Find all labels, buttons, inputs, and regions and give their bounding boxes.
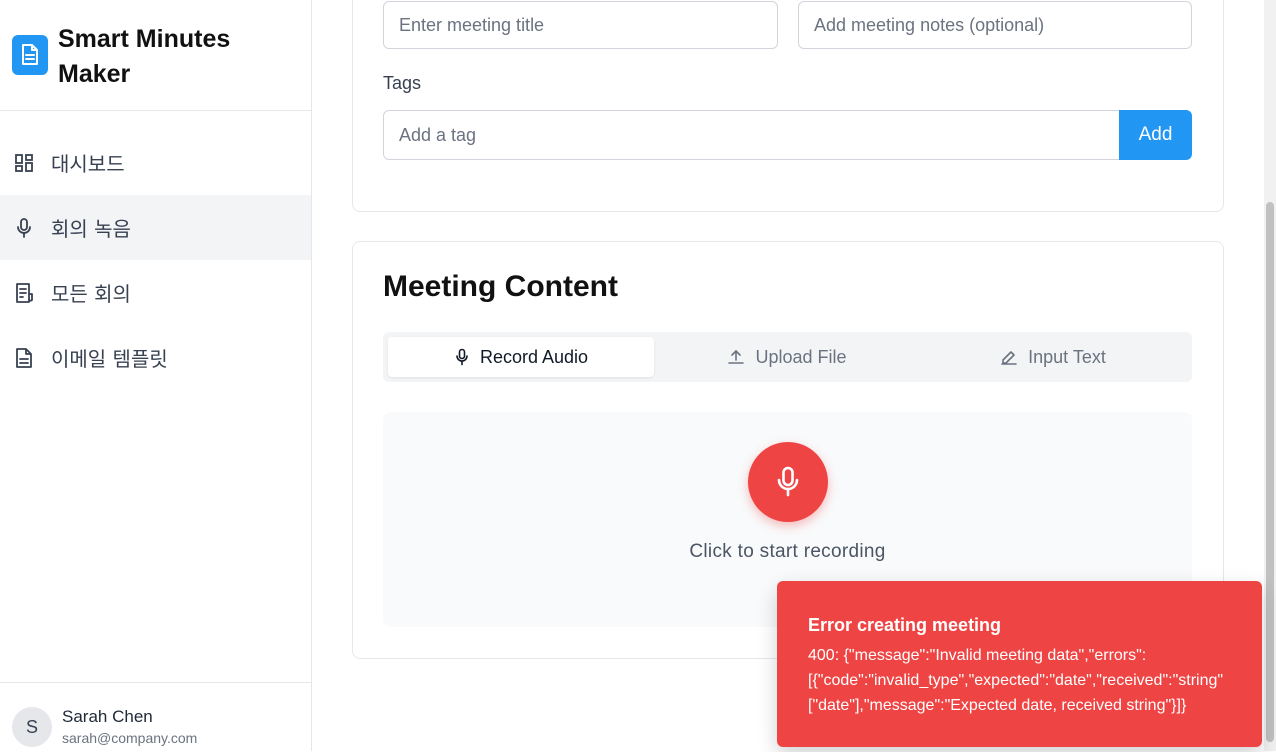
meeting-notes-input[interactable]: Add meeting notes (optional) — [798, 1, 1192, 49]
toast-message-line: [{"code":"invalid_type","expected":"date… — [808, 672, 1224, 689]
sidebar-item-label: 대시보드 — [51, 152, 125, 176]
user-profile[interactable]: S Sarah Chen sarah@company.com — [0, 682, 311, 752]
pencil-icon — [1000, 348, 1018, 366]
mic-icon — [454, 348, 470, 366]
upload-icon — [727, 348, 745, 366]
toast-message-line: ["date"],"message":"Expected date, recei… — [808, 697, 1187, 714]
sidebar-item-record-meeting[interactable]: 회의 녹음 — [0, 195, 311, 260]
mic-icon — [13, 217, 35, 239]
sidebar-item-label: 이메일 템플릿 — [51, 347, 168, 371]
content-tabs: Record Audio Upload File Input Text — [383, 332, 1192, 382]
record-hint: Click to start recording — [689, 541, 886, 562]
tags-label: Tags — [383, 73, 422, 93]
section-title: Meeting Content — [383, 270, 618, 303]
sidebar-item-label: 모든 회의 — [51, 282, 131, 306]
document-logo-icon — [12, 35, 48, 75]
error-toast[interactable]: Error creating meeting 400: {"message":"… — [777, 581, 1262, 747]
dashboard-icon — [13, 152, 35, 174]
meeting-title-input[interactable]: Enter meeting title — [383, 1, 778, 49]
tab-label: Record Audio — [479, 346, 589, 367]
sidebar-item-label: 회의 녹음 — [51, 217, 131, 241]
tag-input[interactable]: Add a tag — [383, 110, 1120, 160]
tab-label: Upload File — [755, 346, 847, 367]
toast-title: Error creating meeting — [808, 615, 1002, 635]
avatar: S — [12, 707, 52, 747]
tab-input-text[interactable]: Input Text — [920, 337, 1186, 377]
sidebar-nav: 대시보드 회의 녹음 모든 회의 이메일 템플릿 — [0, 130, 311, 390]
tab-label: Input Text — [1028, 346, 1106, 367]
document-icon — [13, 347, 35, 369]
sidebar: Smart Minutes Maker 대시보드 회의 녹음 모든 회의 이메일… — [0, 0, 312, 751]
toast-message-line: 400: {"message":"Invalid meeting data","… — [808, 647, 1147, 664]
add-tag-button[interactable]: Add — [1119, 110, 1192, 160]
user-email: sarah@company.com — [62, 730, 198, 746]
tab-record-audio[interactable]: Record Audio — [388, 337, 654, 377]
toast-message: 400: {"message":"Invalid meeting data","… — [808, 643, 1253, 718]
sidebar-item-all-meetings[interactable]: 모든 회의 — [0, 260, 311, 325]
list-document-icon — [13, 282, 35, 304]
mic-icon — [773, 465, 803, 499]
sidebar-item-email-templates[interactable]: 이메일 템플릿 — [0, 325, 311, 390]
brand: Smart Minutes Maker — [0, 0, 311, 111]
scrollbar[interactable] — [1264, 0, 1276, 751]
start-recording-button[interactable] — [748, 442, 828, 522]
user-name: Sarah Chen — [62, 707, 153, 726]
sidebar-item-dashboard[interactable]: 대시보드 — [0, 130, 311, 195]
tab-upload-file[interactable]: Upload File — [654, 337, 920, 377]
scrollbar-thumb[interactable] — [1266, 202, 1274, 742]
app-title: Smart Minutes Maker — [58, 25, 231, 88]
